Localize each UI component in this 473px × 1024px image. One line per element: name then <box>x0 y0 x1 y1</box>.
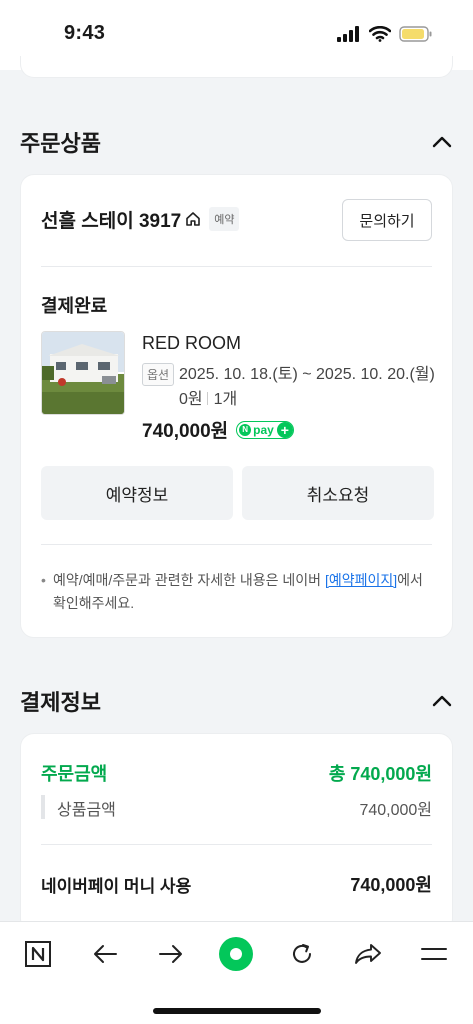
order-section-title: 주문상품 <box>20 131 101 156</box>
wifi-icon <box>368 25 392 47</box>
inquiry-button[interactable]: 문의하기 <box>342 199 432 241</box>
naverpay-money-row: 네이버페이 머니 사용 740,000원 <box>41 871 432 897</box>
home-indicator <box>153 1008 321 1014</box>
reservation-info-button[interactable]: 예약정보 <box>41 466 233 520</box>
quantity: 1개 <box>213 391 238 408</box>
naver-n-icon[interactable] <box>18 934 58 974</box>
payment-section-header[interactable]: 결제정보 <box>20 681 453 721</box>
order-card: 선흘 스테이 3917 예약 문의하기 결제완료 RED ROOM 옵션 202… <box>20 174 453 638</box>
naver-n-icon: N <box>239 423 252 436</box>
store-name[interactable]: 선흘 스테이 3917 <box>41 206 181 233</box>
naverpay-money-value: 740,000원 <box>350 875 432 895</box>
divider <box>41 544 432 545</box>
npay-label: pay <box>253 422 274 437</box>
home-icon <box>185 211 201 227</box>
option-tag: 옵션 <box>142 363 175 386</box>
forward-arrow-icon[interactable] <box>151 934 191 974</box>
bottom-nav-bar <box>0 921 473 1024</box>
product-amount-row: 상품금액 740,000원 <box>41 795 432 820</box>
room-thumbnail[interactable] <box>41 331 125 415</box>
share-icon[interactable] <box>348 934 388 974</box>
green-dot-icon[interactable] <box>216 934 256 974</box>
cancel-request-button[interactable]: 취소요청 <box>242 466 434 520</box>
signal-icon <box>337 26 361 47</box>
back-arrow-icon[interactable] <box>85 934 125 974</box>
divider <box>41 844 432 845</box>
price-row: 740,000원 N pay + <box>142 416 294 443</box>
order-section-header[interactable]: 주문상품 <box>20 122 453 162</box>
payment-card: 주문금액 총 740,000원 상품금액 740,000원 네이버페이 머니 사… <box>20 733 453 933</box>
price: 740,000원 <box>142 421 229 442</box>
status-icons <box>337 25 433 47</box>
npay-badge: N pay + <box>236 420 294 439</box>
battery-icon <box>399 26 433 47</box>
previous-card-bottom <box>20 56 453 78</box>
room-name[interactable]: RED ROOM <box>142 333 241 354</box>
payment-status: 결제완료 <box>41 296 108 316</box>
reservation-page-link[interactable]: [예약페이지] <box>325 572 397 588</box>
product-amount-label: 상품금액 <box>57 802 116 819</box>
order-amount-row: 주문금액 총 740,000원 <box>41 760 432 786</box>
menu-icon[interactable] <box>414 934 454 974</box>
store-row: 선흘 스테이 3917 예약 문의하기 <box>41 197 432 241</box>
order-amount-value: 총 740,000원 <box>328 764 432 784</box>
reserve-tag: 예약 <box>209 207 240 231</box>
payment-section-title: 결제정보 <box>20 690 101 715</box>
chevron-up-icon[interactable] <box>431 690 453 712</box>
plus-icon: + <box>276 421 293 438</box>
indent-bar <box>41 795 45 819</box>
notice-text: 예약/예매/주문과 관련한 자세한 내용은 네이버 [예약페이지]에서 확인해주… <box>41 569 435 615</box>
quantity-separator <box>206 392 208 405</box>
refresh-icon[interactable] <box>282 934 322 974</box>
naverpay-money-label: 네이버페이 머니 사용 <box>41 876 192 896</box>
order-amount-label: 주문금액 <box>41 764 108 784</box>
chevron-up-icon[interactable] <box>431 131 453 153</box>
product-amount-value: 740,000원 <box>359 802 432 819</box>
status-time: 9:43 <box>64 22 106 44</box>
option-detail: 2025. 10. 18.(토) ~ 2025. 10. 20.(월) 0원 1개 <box>179 362 435 412</box>
divider <box>41 266 432 267</box>
